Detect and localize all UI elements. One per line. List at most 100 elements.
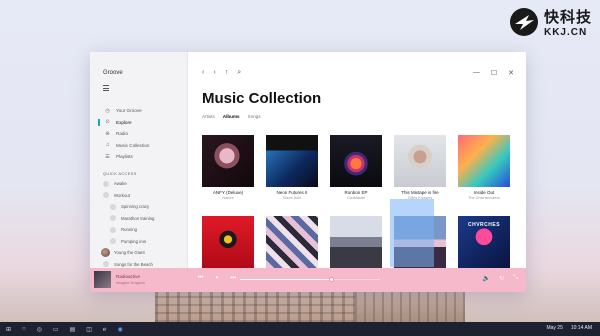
main-content: ‹ › ↑ ⌕ — ☐ ✕ Music Collection Artists Al…	[188, 52, 526, 268]
next-icon[interactable]: ⏭	[230, 275, 235, 282]
album-title: Inside Out	[473, 190, 495, 195]
search-icon[interactable]: ○	[22, 326, 26, 333]
folder-icon[interactable]: ▤	[70, 326, 76, 333]
album-card[interactable]: ANFY (Deluxe) Nature	[202, 135, 254, 200]
volume-icon[interactable]: 🔈	[483, 275, 490, 282]
sidebar-item-playlists[interactable]: ☰ Playlists	[90, 151, 188, 163]
quick-access-header: QUICK ACCESS	[103, 171, 137, 176]
toolbar: ‹ › ↑ ⌕	[202, 69, 241, 77]
quick-access-item[interactable]: Pumping iron	[90, 236, 188, 248]
playlist-icon: ☰	[105, 153, 110, 160]
quick-access-label: Pumping iron	[121, 238, 147, 244]
progress-fill	[240, 279, 331, 280]
forward-icon[interactable]: ›	[213, 69, 215, 77]
edge-icon[interactable]: ℯ	[103, 326, 107, 333]
album-card[interactable]	[330, 216, 382, 268]
window-controls: — ☐ ✕	[473, 69, 514, 77]
watermark-cn: 快科技	[543, 9, 592, 26]
taskbar: ⊞ ○ ◎ ▭ ▤ ◫ ℯ ◉ May 25 10:14 AM	[0, 322, 600, 336]
album-title: This Mixtape is fire	[401, 190, 439, 195]
album-card[interactable]: Ronbon EP Canblaster	[330, 135, 382, 200]
playlist-icon	[103, 180, 109, 187]
sidebar-item-radio[interactable]: ⊛ Radio	[90, 128, 188, 140]
maximize-icon[interactable]: ☐	[491, 69, 497, 77]
store-icon[interactable]: ◫	[86, 326, 92, 333]
sidebar-item-music-collection[interactable]: ♫ Music Collection	[90, 140, 188, 152]
repeat-icon[interactable]: ↻	[499, 275, 504, 282]
sidebar-item-label: Playlists	[116, 154, 133, 160]
minimize-icon[interactable]: —	[473, 69, 480, 77]
album-title: CHVRCHES	[467, 222, 501, 228]
fullscreen-icon[interactable]: ⤡	[513, 275, 518, 282]
playlist-icon	[103, 261, 109, 268]
sidebar-item-label: Explore	[116, 119, 132, 125]
now-playing-title[interactable]: Radioactive	[116, 274, 140, 279]
album-title: Ronbon EP	[344, 190, 368, 195]
quick-access-item[interactable]: Workout	[90, 190, 188, 202]
up-icon[interactable]: ↑	[225, 69, 229, 77]
quick-access-item[interactable]: Marathon training	[90, 213, 188, 225]
pause-icon[interactable]: ⏸	[215, 275, 218, 282]
tab-songs[interactable]: Songs	[248, 114, 261, 119]
quick-access-label: Spinning crazy	[121, 204, 150, 210]
groove-icon[interactable]: ◉	[117, 326, 122, 333]
quick-access-list: Awake Workout Spinning crazy Marathon train…	[90, 178, 188, 270]
quick-access-item[interactable]: Spinning crazy	[90, 201, 188, 213]
album-card[interactable]: CHVRCHES	[458, 216, 510, 268]
quick-access-label: Marathon training	[121, 215, 155, 221]
back-icon[interactable]: ‹	[202, 69, 204, 77]
quick-access-item[interactable]: Awake	[90, 178, 188, 190]
cortana-icon[interactable]: ◎	[37, 326, 42, 333]
now-playing-artist[interactable]: Imagine Dragons	[116, 281, 145, 285]
sidebar-item-explore[interactable]: ⊙ Explore	[90, 117, 188, 129]
artist-photo-icon	[101, 248, 110, 258]
close-icon[interactable]: ✕	[508, 69, 514, 77]
album-artist: Canblaster	[346, 196, 366, 200]
previous-icon[interactable]: ⏮	[198, 275, 203, 282]
sidebar: Groove ◷ Your Groove ⊙ Explore ⊛ Radio ♫ Music …	[90, 52, 188, 268]
album-artist: Nature	[222, 196, 234, 200]
quick-access-label: Awake	[114, 181, 127, 187]
watermark-en: KKJ.CN	[543, 27, 588, 38]
now-playing-art[interactable]	[94, 271, 111, 288]
album-art[interactable]	[202, 216, 254, 268]
now-playing-bar: Radioactive Imagine Dragons ⏮ ⏸ ⏭ 🔈 ↻ ⤡	[90, 268, 526, 292]
tray-time[interactable]: 10:14 AM	[571, 325, 592, 331]
album-card[interactable]: Neon Futures II Steve Aoki	[266, 135, 318, 200]
tab-albums[interactable]: Albums	[223, 114, 240, 119]
album-card[interactable]	[266, 216, 318, 268]
album-art[interactable]	[458, 135, 510, 187]
selection-overlay	[390, 199, 434, 267]
sidebar-item-label: Music Collection	[116, 142, 150, 148]
album-art[interactable]	[266, 216, 318, 268]
music-icon: ♫	[105, 142, 110, 149]
playlist-icon	[110, 215, 116, 222]
album-card[interactable]: This Mixtape is fire Gilles Klosters	[394, 135, 446, 200]
sidebar-item-your-groove[interactable]: ◷ Your Groove	[90, 105, 188, 117]
groove-window: Groove ◷ Your Groove ⊙ Explore ⊛ Radio ♫ Music …	[90, 52, 526, 292]
quick-access-item[interactable]: Young the Giant	[90, 247, 188, 259]
tab-bar: Artists Albums Songs	[202, 114, 261, 119]
album-art[interactable]	[330, 216, 382, 268]
progress-knob[interactable]	[328, 276, 334, 282]
tray-date[interactable]: May 25	[546, 325, 562, 331]
album-art[interactable]	[394, 135, 446, 187]
album-card[interactable]: Inside Out The Chainsmokers	[458, 135, 510, 200]
task-view-icon[interactable]: ▭	[53, 326, 59, 333]
search-icon[interactable]: ⌕	[237, 69, 241, 77]
app-title: Groove	[103, 70, 123, 76]
sidebar-item-label: Radio	[116, 131, 129, 137]
progress-bar[interactable]	[240, 276, 380, 282]
album-art[interactable]	[202, 135, 254, 187]
tab-artists[interactable]: Artists	[202, 114, 215, 119]
hamburger-menu-icon[interactable]	[103, 85, 109, 93]
watermark-logo-icon	[509, 8, 538, 36]
taskbar-icons: ⊞ ○ ◎ ▭ ▤ ◫ ℯ ◉	[0, 326, 123, 333]
album-art[interactable]	[330, 135, 382, 187]
album-art[interactable]	[266, 135, 318, 187]
album-artist: Steve Aoki	[283, 196, 301, 200]
playback-controls: ⏮ ⏸ ⏭	[198, 275, 236, 282]
start-icon[interactable]: ⊞	[6, 326, 11, 333]
quick-access-item[interactable]: Running	[90, 224, 188, 236]
album-card[interactable]	[202, 216, 254, 268]
